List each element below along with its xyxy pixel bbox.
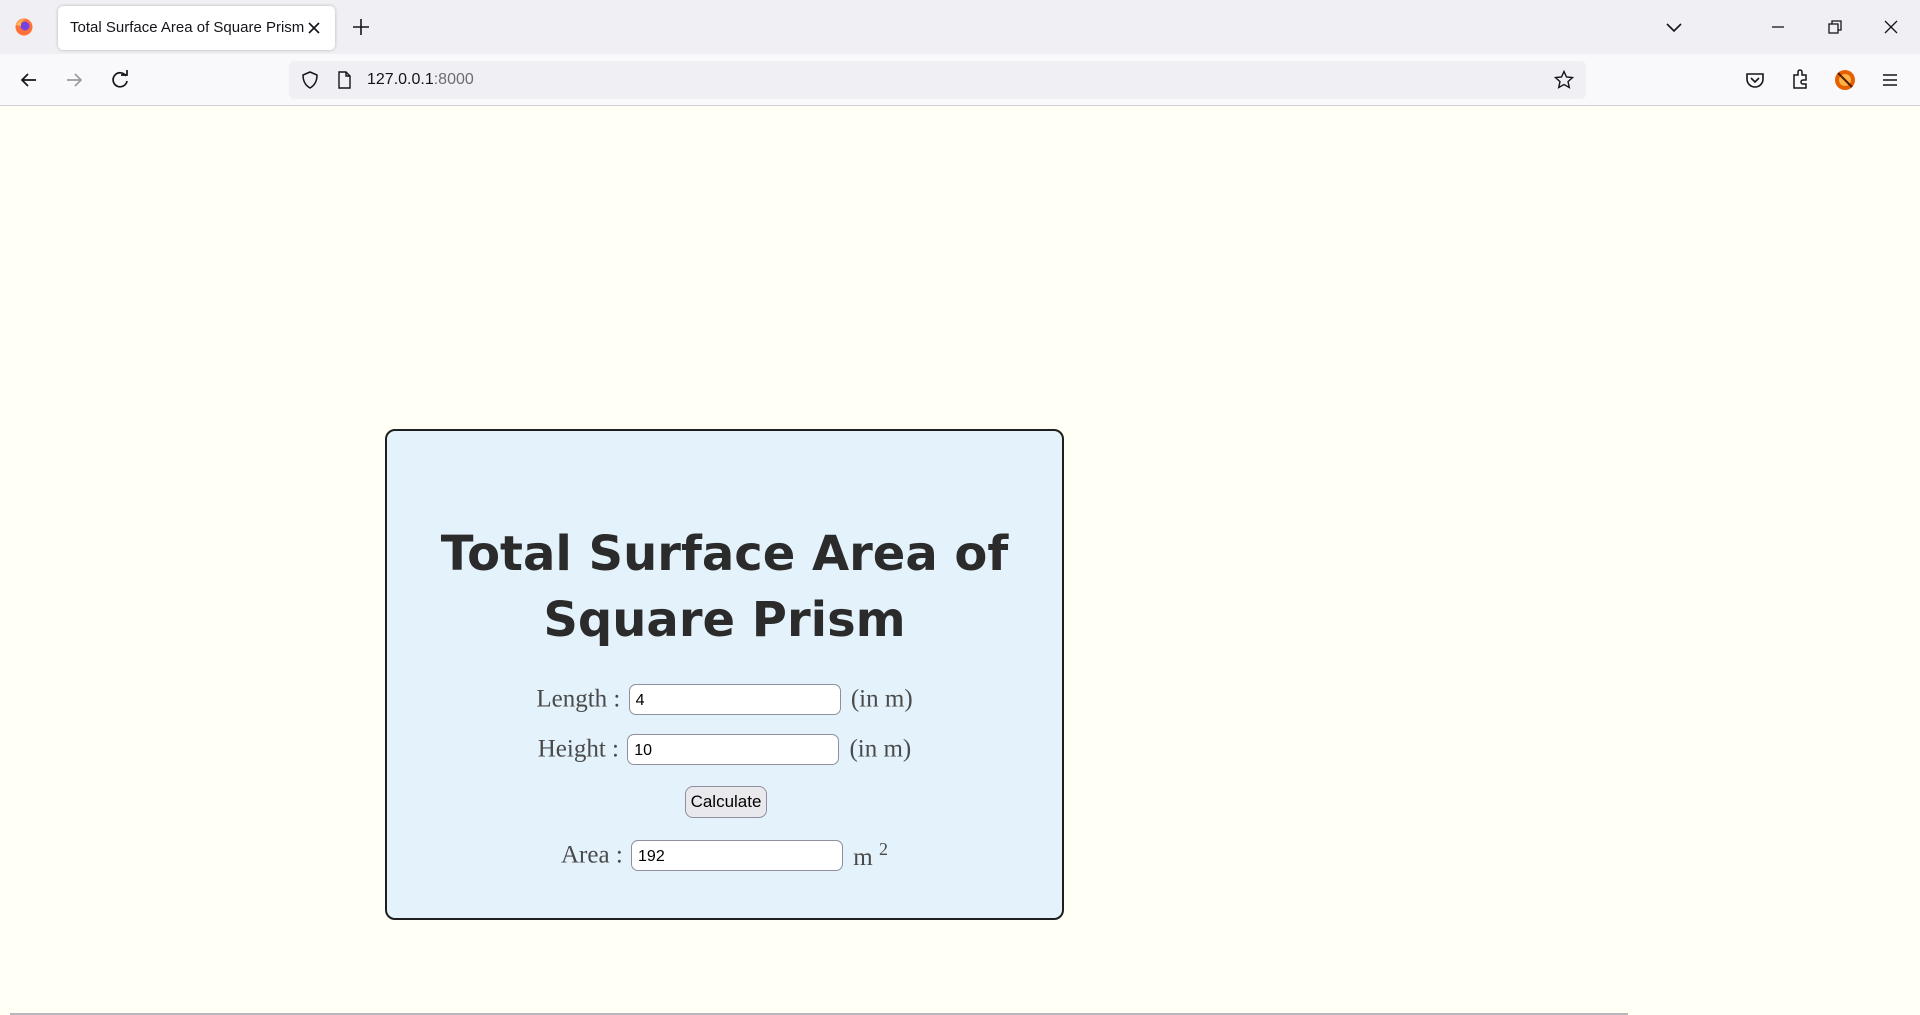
navigation-toolbar: 127.0.0.1:8000 xyxy=(0,54,1920,106)
calculate-button[interactable]: Calculate xyxy=(685,786,767,818)
menu-icon[interactable] xyxy=(1877,67,1903,93)
page-icon[interactable] xyxy=(333,69,355,91)
tab-title: Total Surface Area of Square Prism xyxy=(70,19,305,36)
page-title: Total Surface Area of Square Prism xyxy=(387,521,1062,653)
star-icon[interactable] xyxy=(1553,69,1575,91)
length-unit: (in m) xyxy=(850,685,913,713)
area-label: Area : xyxy=(561,841,623,869)
height-label: Height : xyxy=(537,735,619,763)
area-unit-base: m xyxy=(853,844,873,871)
url-host: 127.0.0.1 xyxy=(367,71,434,88)
page-title-line1: Total Surface Area of xyxy=(440,526,1009,582)
area-unit: m 2 xyxy=(853,839,888,871)
tab-strip: Total Surface Area of Square Prism xyxy=(0,0,1920,54)
length-label: Length : xyxy=(536,685,621,713)
pocket-icon[interactable] xyxy=(1742,67,1768,93)
area-output[interactable] xyxy=(631,840,844,871)
length-row: Length : (in m) xyxy=(387,684,1062,715)
close-window-icon[interactable] xyxy=(1879,15,1903,39)
length-input[interactable] xyxy=(628,684,841,715)
restore-icon[interactable] xyxy=(1823,15,1847,39)
back-arrow-icon[interactable] xyxy=(16,67,42,93)
firefox-logo-icon xyxy=(15,18,33,36)
url-text[interactable]: 127.0.0.1:8000 xyxy=(367,71,474,89)
forward-arrow-icon[interactable] xyxy=(61,67,87,93)
height-row: Height : (in m) xyxy=(387,734,1062,765)
active-tab[interactable]: Total Surface Area of Square Prism xyxy=(58,6,335,50)
chevron-down-icon[interactable] xyxy=(1662,15,1686,39)
url-port: :8000 xyxy=(433,71,474,88)
profile-icon[interactable] xyxy=(1832,67,1858,93)
extensions-icon[interactable] xyxy=(1787,67,1813,93)
close-icon[interactable] xyxy=(304,18,324,38)
height-input[interactable] xyxy=(627,734,840,765)
page-title-line2: Square Prism xyxy=(543,592,906,648)
plus-icon[interactable] xyxy=(349,15,373,39)
minimize-icon[interactable] xyxy=(1766,15,1790,39)
area-unit-exponent: 2 xyxy=(878,839,888,859)
reload-icon[interactable] xyxy=(107,67,133,93)
area-row: Area : m 2 xyxy=(387,839,1062,872)
url-bar[interactable]: 127.0.0.1:8000 xyxy=(289,61,1586,99)
shield-icon[interactable] xyxy=(299,69,321,91)
calculator-card: Total Surface Area of Square Prism Lengt… xyxy=(385,429,1064,920)
height-unit: (in m) xyxy=(849,735,912,763)
